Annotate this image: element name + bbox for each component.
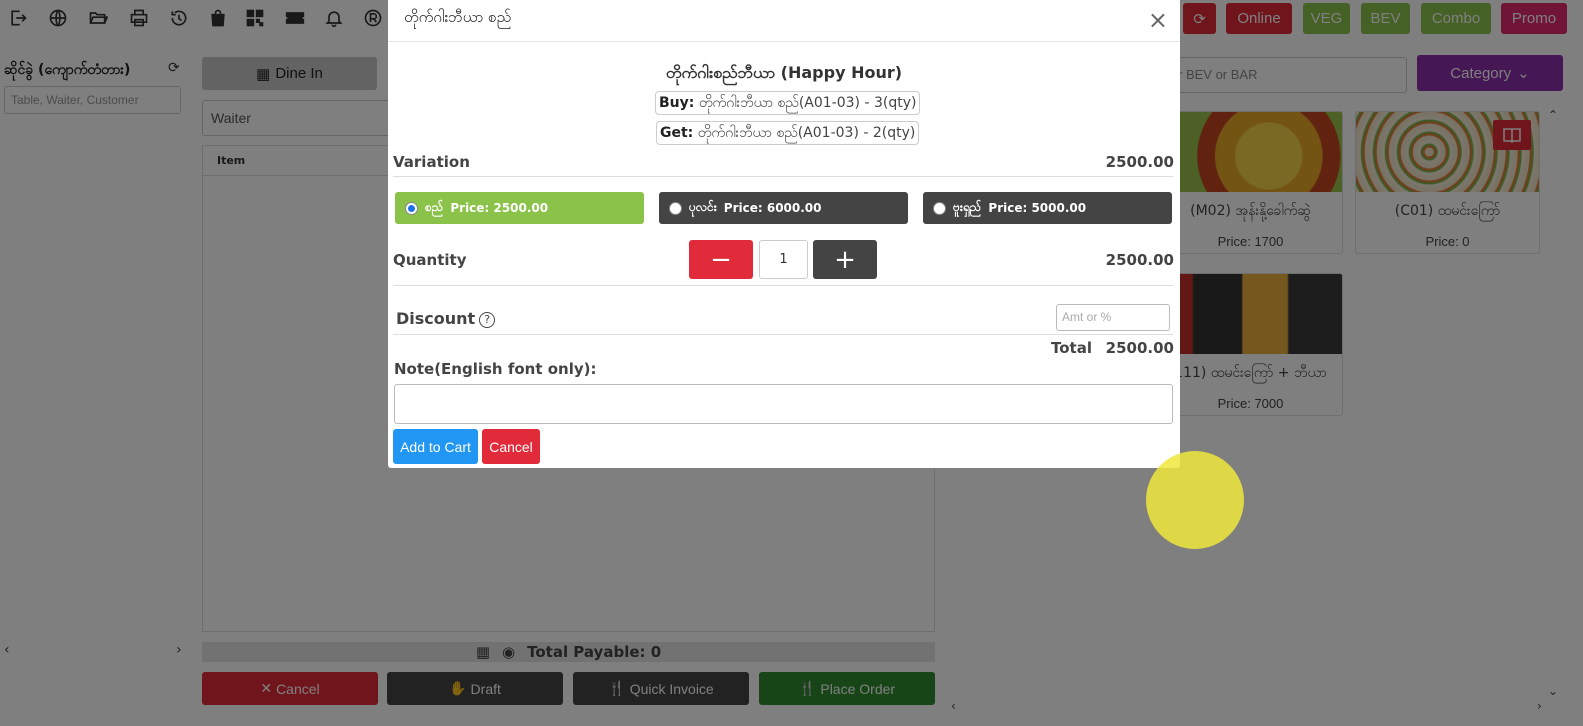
quantity-label: Quantity bbox=[393, 251, 467, 269]
variation-option[interactable]: စည် Price: 2500.00 bbox=[395, 192, 644, 224]
discount-row: Discount? bbox=[396, 309, 496, 328]
add-to-cart-button[interactable]: Add to Cart bbox=[393, 429, 478, 464]
variation-option[interactable]: ဗူးရှည် Price: 5000.00 bbox=[923, 192, 1172, 224]
variation-price: Price: 5000.00 bbox=[988, 201, 1087, 215]
increase-quantity-button[interactable]: + bbox=[813, 240, 877, 279]
quantity-value: 2500.00 bbox=[1105, 251, 1174, 269]
divider bbox=[393, 285, 1173, 286]
decrease-quantity-button[interactable]: − bbox=[689, 240, 753, 279]
divider bbox=[393, 334, 1173, 335]
plus-icon: + bbox=[834, 244, 856, 275]
variation-name: စည် bbox=[425, 200, 444, 214]
promo-heading: တိုက်ဂါးစည်ဘီယာ (Happy Hour) bbox=[665, 63, 903, 82]
question-circle-icon[interactable]: ? bbox=[479, 311, 496, 328]
total-label: Total bbox=[1051, 339, 1092, 357]
radio-icon[interactable] bbox=[669, 201, 682, 215]
total-value: 2500.00 bbox=[1105, 339, 1174, 357]
variation-price: Price: 6000.00 bbox=[723, 201, 822, 215]
variation-value: 2500.00 bbox=[1105, 153, 1174, 171]
close-icon[interactable]: × bbox=[1148, 6, 1168, 34]
discount-input[interactable]: Amt or % bbox=[1056, 304, 1170, 331]
discount-label: Discount bbox=[396, 309, 476, 328]
modal-title: တိုက်ဂါးဘီယာ စည် bbox=[404, 8, 512, 26]
radio-selected-icon[interactable] bbox=[405, 201, 418, 215]
touch-indicator bbox=[1146, 451, 1244, 549]
note-label: Note(English font only): bbox=[394, 360, 597, 378]
variation-label: Variation bbox=[393, 153, 470, 171]
cancel-button[interactable]: Cancel bbox=[482, 429, 540, 464]
modal-header: တိုက်ဂါးဘီယာ စည် × bbox=[388, 0, 1180, 42]
minus-icon: − bbox=[710, 244, 732, 275]
buy-info: Buy: တိုက်ဂါးဘီယာ စည်(A01-03) - 3(qty) bbox=[655, 91, 921, 115]
variation-option[interactable]: ပုလင်း Price: 6000.00 bbox=[659, 192, 908, 224]
buy-label: Buy: bbox=[659, 95, 695, 111]
divider bbox=[393, 176, 1173, 177]
variation-name: ပုလင်း bbox=[689, 200, 717, 214]
note-input[interactable] bbox=[394, 384, 1173, 424]
quantity-input[interactable]: 1 bbox=[759, 240, 808, 279]
buy-text: တိုက်ဂါးဘီယာ စည်(A01-03) - 3(qty) bbox=[698, 95, 917, 111]
item-modal: တိုက်ဂါးဘီယာ စည် × တိုက်ဂါးစည်ဘီယာ (Happ… bbox=[388, 0, 1180, 468]
variation-name: ဗူးရှည် bbox=[953, 200, 982, 214]
radio-icon[interactable] bbox=[933, 201, 946, 215]
get-info: Get: တိုက်ဂါးဘီယာ စည်(A01-03) - 2(qty) bbox=[656, 121, 920, 145]
get-text: တိုက်ဂါးဘီယာ စည်(A01-03) - 2(qty) bbox=[697, 125, 916, 141]
variation-price: Price: 2500.00 bbox=[450, 201, 549, 215]
get-label: Get: bbox=[660, 125, 694, 141]
